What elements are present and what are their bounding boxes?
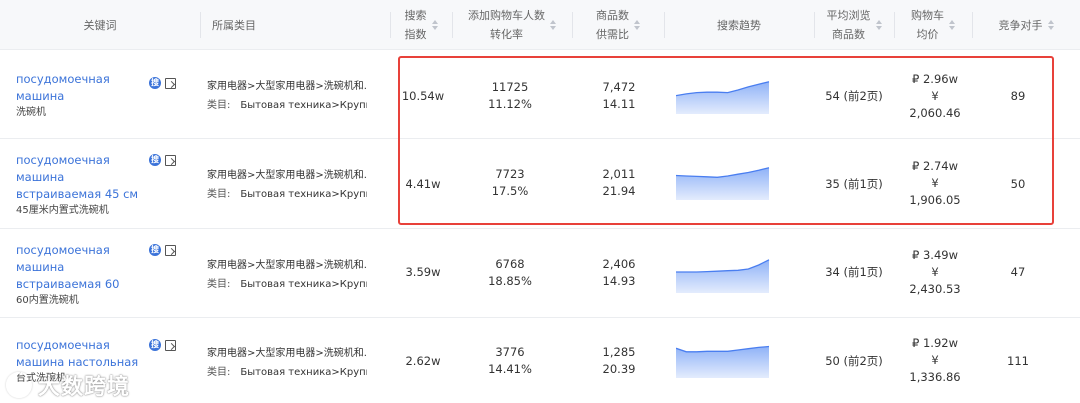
competitors-value: 111 [1007,354,1029,368]
avg-browse-value: 50 (前2页) [825,354,883,368]
col-header-category: 所属类目 [200,0,390,50]
search-badge-icon[interactable]: 搜 [149,339,161,351]
search-index-value: 3.59w [405,265,441,279]
keyword-cell: посудомоечная машина встраиваемая 45 см … [16,152,141,218]
cart-adds-value: 3776 [495,345,525,359]
conversion-value: 14.41% [488,362,532,376]
sort-icon[interactable] [431,20,438,30]
table-row: посудомоечная машина встраиваемая 60 60内… [0,229,1080,318]
category-prefix: 类目: [207,189,231,200]
products-supply-cell: 1,285 20.39 [584,344,654,378]
sort-icon[interactable] [634,20,640,30]
sort-icon[interactable] [875,20,882,30]
category-path-ru: Бытовая техника>Крупн... [240,189,367,200]
search-badge-icon[interactable]: 搜 [149,77,161,89]
sort-icon[interactable] [550,20,556,30]
category-cell: 家用电器>大型家用电器>洗碗机和... 类目: Бытовая техника>К… [207,166,367,204]
col-header-label: 商品数 供需比 [596,9,629,41]
col-header-cart-price[interactable]: 购物车 均价 [894,0,972,50]
competitors-value: 47 [1010,265,1026,279]
category-path-cn: 家用电器>大型家用电器>洗碗机和... [207,81,367,92]
category-prefix: 类目: [207,100,231,111]
col-header-label: 竞争对手 [998,18,1043,32]
table-header: 关键词 所属类目 搜索 指数 添加购物车人数 转化率 商品数 供需比 搜索趋势 … [0,0,1080,50]
category-path-cn: 家用电器>大型家用电器>洗碗机和... [207,260,367,271]
external-link-icon[interactable] [165,155,176,166]
col-header-label: 购物车 均价 [911,9,944,41]
products-value: 1,285 [602,345,636,359]
col-header-avg-browse[interactable]: 平均浏览 商品数 [814,0,894,50]
category-prefix: 类目: [207,279,231,290]
category-prefix: 类目: [207,367,231,378]
category-cell: 家用电器>大型家用电器>洗碗机和... 类目: Бытовая техника>К… [207,256,367,294]
category-path-ru: Бытовая техника>Крупн... [240,100,367,111]
keyword-link[interactable]: посудомоечная машина настольная [16,338,138,369]
keyword-translation: 60内置洗碗机 [16,295,79,306]
cart-price-cell: ₽ 3.49w ¥ 2,430.53 [890,247,980,298]
external-link-icon[interactable] [165,340,176,351]
cart-adds-value: 6768 [495,257,525,271]
keyword-cell: посудомоечная машина встраиваемая 60 60内… [16,242,141,308]
highlight-box [398,56,1054,225]
category-cell: 家用电器>大型家用电器>洗碗机和... 类目: Бытовая техника>К… [207,77,367,115]
price-cny-value: 1,336.86 [909,370,961,384]
avg-browse-value: 34 (前1页) [825,265,883,279]
keyword-link[interactable]: посудомоечная машина [16,72,110,103]
price-cny-value: 2,430.53 [909,282,961,296]
supply-demand-value: 14.93 [602,274,636,288]
cart-conversion-cell: 6768 18.85% [470,256,550,290]
col-header-label: 平均浏览 商品数 [826,9,871,41]
search-trend-sparkline [676,345,770,378]
keyword-link[interactable]: посудомоечная машина встраиваемая 60 [16,243,119,291]
col-header-competitors[interactable]: 竞争对手 [972,0,1080,50]
col-header-keyword: 关键词 [0,0,200,50]
col-header-cart-conversion[interactable]: 添加购物车人数 转化率 [452,0,572,50]
external-link-icon[interactable] [165,78,176,89]
col-header-label: 搜索趋势 [717,18,761,32]
conversion-value: 18.85% [488,274,532,288]
search-index-value: 2.62w [405,354,441,368]
search-badge-icon[interactable]: 搜 [149,244,161,256]
col-header-label: 所属类目 [212,18,256,32]
sort-icon[interactable] [1047,20,1054,30]
sort-icon[interactable] [949,20,955,30]
keyword-link[interactable]: посудомоечная машина встраиваемая 45 см [16,153,138,201]
external-link-icon[interactable] [165,245,176,256]
price-cny-symbol: ¥ [931,265,939,279]
category-cell: 家用电器>大型家用电器>洗碗机和... 类目: Бытовая техника>К… [207,344,367,382]
watermark-logo-icon [6,372,32,398]
supply-demand-value: 20.39 [602,362,636,376]
col-header-products-supply[interactable]: 商品数 供需比 [572,0,664,50]
watermark-text: 大数跨境 [38,375,131,400]
category-path-ru: Бытовая техника>Крупн... [240,367,367,378]
price-rub-value: ₽ 3.49w [912,248,958,262]
cart-price-cell: ₽ 1.92w ¥ 1,336.86 [890,335,980,386]
col-header-label: 搜索 指数 [404,9,427,41]
search-badge-icon[interactable]: 搜 [149,154,161,166]
col-header-search-trend: 搜索趋势 [664,0,814,50]
keyword-translation: 洗碗机 [16,107,46,118]
category-path-ru: Бытовая техника>Крупн... [240,279,367,290]
products-value: 2,406 [602,257,636,271]
table-row: посудомоечная машина настольная 台式洗碗机 搜 … [0,318,1080,403]
trend-area [676,259,769,293]
keyword-translation: 45厘米内置式洗碗机 [16,205,109,216]
products-supply-cell: 2,406 14.93 [584,256,654,290]
search-trend-sparkline [676,259,770,293]
price-rub-value: ₽ 1.92w [912,336,958,350]
category-path-cn: 家用电器>大型家用电器>洗碗机和... [207,348,367,359]
col-header-search-index[interactable]: 搜索 指数 [390,0,452,50]
col-header-label: 关键词 [83,18,117,32]
col-header-label: 添加购物车人数 转化率 [468,9,545,41]
price-cny-symbol: ¥ [931,353,939,367]
keyword-cell: посудомоечная машина 洗碗机 [16,71,141,120]
category-path-cn: 家用电器>大型家用电器>洗碗机和... [207,170,367,181]
cart-conversion-cell: 3776 14.41% [470,344,550,378]
watermark: 大数跨境 [6,371,131,400]
